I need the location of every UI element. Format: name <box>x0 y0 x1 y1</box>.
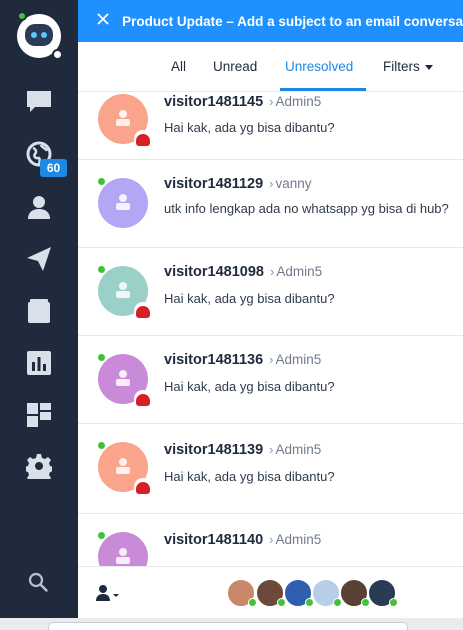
visitor-name: visitor1481136 <box>164 352 264 368</box>
conversation-header: visitor1481139 › Admin5 <box>164 442 321 458</box>
chevron-right-icon: › <box>269 352 274 367</box>
bot-eye-left <box>31 32 37 38</box>
person-icon <box>96 585 119 601</box>
agent-name: Admin5 <box>276 264 323 279</box>
person-icon <box>116 194 130 210</box>
agent-name: Admin5 <box>275 94 322 109</box>
conversation-list: visitor1481145 › Admin5 Hai kak, ada yg bi… <box>78 92 463 566</box>
sidebar: 60 <box>0 0 78 618</box>
person-icon <box>116 282 130 298</box>
conversation-header: visitor1481145 › Admin5 <box>164 94 321 110</box>
conversation-item[interactable]: visitor1481136 › Admin5 Hai kak, ada yg bi… <box>78 336 463 424</box>
online-indicator <box>389 598 398 607</box>
chevron-right-icon: › <box>269 94 274 109</box>
message-preview: Hai kak, ada yg bisa dibantu? <box>164 291 335 306</box>
conversation-tabs: All Unread Unresolved Filters <box>78 42 463 92</box>
person-icon[interactable] <box>26 194 52 220</box>
chevron-right-icon: › <box>269 264 275 279</box>
chevron-down-icon <box>424 64 433 70</box>
banner-text[interactable]: Product Update – Add a subject to an ema… <box>122 14 463 29</box>
country-flag-icon <box>134 302 152 320</box>
chevron-right-icon: › <box>269 176 274 191</box>
paper-plane-icon[interactable] <box>26 246 52 272</box>
conversation-item[interactable]: visitor1481098 › Admin5 Hai kak, ada yg bi… <box>78 248 463 336</box>
visitor-name: visitor1481139 <box>164 442 264 458</box>
message-preview: utk info lengkap ada no whatsapp yg bisa… <box>164 201 449 216</box>
product-update-banner[interactable]: Product Update – Add a subject to an ema… <box>78 0 463 42</box>
online-indicator <box>17 11 27 21</box>
message-preview: Hai kak, ada yg bisa dibantu? <box>164 469 335 484</box>
chevron-right-icon: › <box>269 532 274 547</box>
dashboard-icon[interactable] <box>26 402 52 428</box>
chat-bubble-icon[interactable] <box>26 88 52 114</box>
visitor-avatar <box>98 178 148 228</box>
gear-icon[interactable] <box>26 453 52 479</box>
agent-name: vanny <box>275 176 312 191</box>
conversation-item[interactable]: visitor1481129 › vanny utk info lengkap ad… <box>78 160 463 248</box>
search-icon[interactable] <box>27 571 49 593</box>
visitor-name: visitor1481140 <box>164 532 264 548</box>
conversation-item[interactable]: visitor1481139 › Admin5 Hai kak, ada yg bi… <box>78 424 463 514</box>
person-icon <box>116 548 130 564</box>
status-indicator <box>52 49 63 60</box>
agent-name: Admin5 <box>275 352 322 367</box>
filters-label: Filters <box>383 59 420 74</box>
conversation-header: visitor1481129 › vanny <box>164 176 312 192</box>
conversation-item[interactable]: visitor1481140 › Admin5 <box>78 514 463 566</box>
person-icon <box>116 458 130 474</box>
bar-chart-icon[interactable] <box>26 350 52 376</box>
conversation-header: visitor1481098 › Admin5 <box>164 264 322 280</box>
country-flag-icon <box>134 478 152 496</box>
visitor-name: visitor1481145 <box>164 94 264 110</box>
visitor-avatar <box>98 354 152 408</box>
message-preview: Hai kak, ada yg bisa dibantu? <box>164 379 335 394</box>
taskbar-search-field[interactable] <box>48 622 408 630</box>
visitors-count-badge: 60 <box>40 159 67 177</box>
person-icon <box>116 370 130 386</box>
visitor-name: visitor1481098 <box>164 264 264 280</box>
close-icon[interactable] <box>97 13 109 29</box>
country-flag-icon <box>134 390 152 408</box>
message-preview: Hai kak, ada yg bisa dibantu? <box>164 120 335 135</box>
agent-name: Admin5 <box>275 532 322 547</box>
person-icon <box>116 110 130 126</box>
country-flag-icon <box>134 130 152 148</box>
tab-unread[interactable]: Unread <box>213 59 257 74</box>
agent-status-toggle[interactable] <box>96 585 120 606</box>
tab-all[interactable]: All <box>171 59 186 74</box>
bottom-bar <box>78 566 463 618</box>
active-tab-indicator <box>280 88 366 91</box>
agent-name: Admin5 <box>275 442 322 457</box>
taskbar-strip <box>0 618 463 630</box>
visitor-avatar <box>98 442 152 496</box>
chevron-right-icon: › <box>269 442 274 457</box>
conversation-header: visitor1481136 › Admin5 <box>164 352 321 368</box>
conversation-header: visitor1481140 › Admin5 <box>164 532 321 548</box>
visitor-avatar <box>98 266 152 320</box>
bot-face-icon <box>25 24 53 46</box>
filters-dropdown[interactable]: Filters <box>383 59 433 74</box>
conversation-item[interactable]: visitor1481145 › Admin5 Hai kak, ada yg bi… <box>78 92 463 160</box>
book-icon[interactable] <box>26 298 52 324</box>
bot-avatar[interactable] <box>17 11 63 60</box>
tab-unresolved[interactable]: Unresolved <box>285 59 353 74</box>
visitor-avatar <box>98 94 152 148</box>
visitor-name: visitor1481129 <box>164 176 264 192</box>
bot-eye-right <box>41 32 47 38</box>
